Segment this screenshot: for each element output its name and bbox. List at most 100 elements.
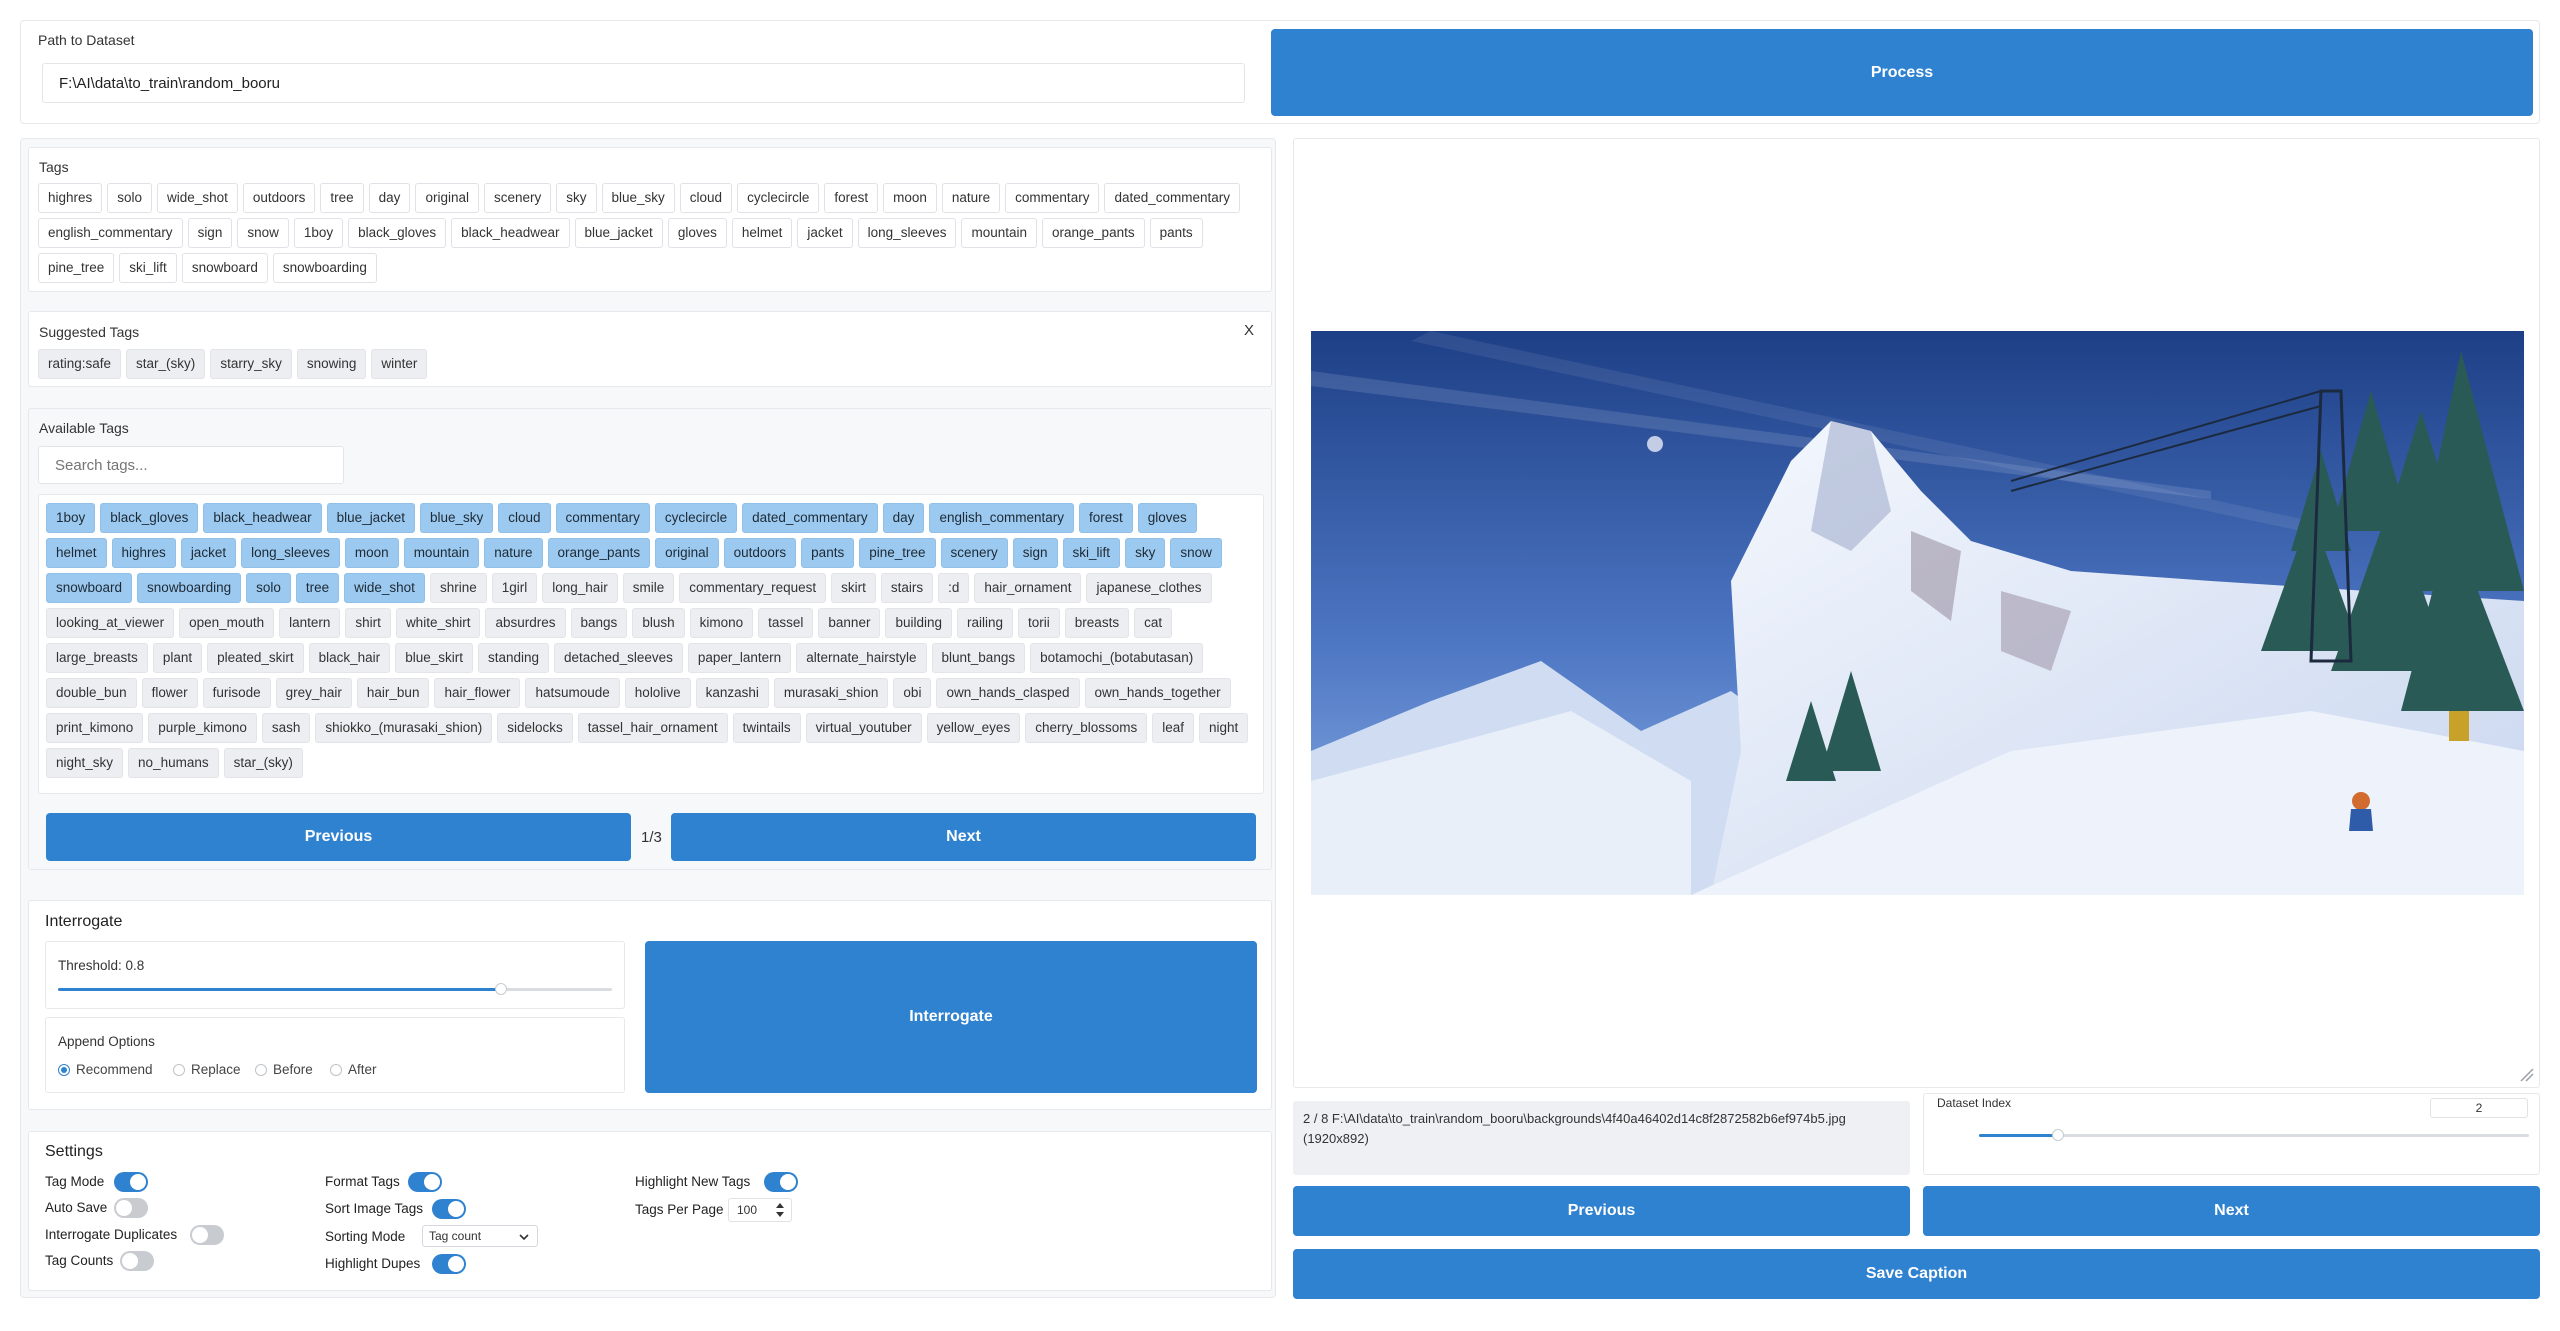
available-tag[interactable]: double_bun bbox=[46, 678, 137, 708]
image-tag[interactable]: dated_commentary bbox=[1104, 183, 1241, 213]
available-tag[interactable]: hair_flower bbox=[434, 678, 521, 708]
save-caption-button[interactable]: Save Caption bbox=[1293, 1249, 2540, 1299]
available-tag-selected[interactable]: moon bbox=[344, 538, 399, 568]
image-tag[interactable]: sign bbox=[187, 218, 233, 248]
image-tag[interactable]: pants bbox=[1149, 218, 1203, 248]
image-tag[interactable]: original bbox=[415, 183, 479, 213]
available-tag[interactable]: own_hands_clasped bbox=[936, 678, 1080, 708]
search-tags-input[interactable] bbox=[38, 446, 344, 484]
available-tag[interactable]: pleated_skirt bbox=[207, 643, 304, 673]
append-option-radio[interactable] bbox=[330, 1064, 342, 1076]
image-tag[interactable]: day bbox=[368, 183, 411, 213]
stepper-arrows-icon[interactable] bbox=[775, 1199, 785, 1221]
available-tag[interactable]: railing bbox=[957, 608, 1014, 638]
available-tag[interactable]: commentary_request bbox=[679, 573, 827, 603]
available-tag-selected[interactable]: commentary bbox=[555, 503, 650, 533]
available-tag[interactable]: obi bbox=[893, 678, 932, 708]
available-tag[interactable]: blush bbox=[632, 608, 685, 638]
available-tag[interactable]: plant bbox=[152, 643, 203, 673]
available-tag[interactable]: absurdres bbox=[485, 608, 566, 638]
available-tag[interactable]: black_hair bbox=[308, 643, 391, 673]
available-tag[interactable]: shrine bbox=[429, 573, 487, 603]
available-tag-selected[interactable]: helmet bbox=[46, 538, 107, 568]
image-tag[interactable]: helmet bbox=[731, 218, 793, 248]
available-tag[interactable]: night_sky bbox=[46, 748, 124, 778]
available-tag[interactable]: open_mouth bbox=[179, 608, 275, 638]
available-tag[interactable]: hair_bun bbox=[356, 678, 430, 708]
available-tag[interactable]: stairs bbox=[880, 573, 934, 603]
image-tag[interactable]: nature bbox=[941, 183, 1001, 213]
available-tag[interactable]: bangs bbox=[570, 608, 628, 638]
available-tag[interactable]: shiokko_(murasaki_shion) bbox=[315, 713, 493, 743]
image-next-button[interactable]: Next bbox=[1923, 1186, 2540, 1236]
interrogate-duplicates-toggle[interactable] bbox=[190, 1225, 224, 1245]
close-suggested-button[interactable]: X bbox=[1244, 322, 1254, 339]
highlight-dupes-toggle[interactable] bbox=[432, 1254, 466, 1274]
available-tag[interactable]: torii bbox=[1018, 608, 1060, 638]
available-tag[interactable]: leaf bbox=[1152, 713, 1195, 743]
image-tag[interactable]: english_commentary bbox=[38, 218, 183, 248]
available-tag[interactable]: own_hands_together bbox=[1084, 678, 1231, 708]
available-tag-selected[interactable]: blue_jacket bbox=[326, 503, 415, 533]
available-tag-selected[interactable]: day bbox=[882, 503, 925, 533]
available-tag-selected[interactable]: jacket bbox=[180, 538, 237, 568]
available-tag[interactable]: white_shirt bbox=[395, 608, 481, 638]
tag-mode-toggle[interactable] bbox=[114, 1172, 148, 1192]
available-tag-selected[interactable]: dated_commentary bbox=[742, 503, 878, 533]
append-option-radio[interactable] bbox=[58, 1064, 70, 1076]
highlight-new-tags-toggle[interactable] bbox=[764, 1172, 798, 1192]
suggested-tag[interactable]: starry_sky bbox=[210, 349, 292, 379]
image-tag[interactable]: sky bbox=[556, 183, 597, 213]
available-tag[interactable]: lantern bbox=[279, 608, 341, 638]
available-tag[interactable]: grey_hair bbox=[275, 678, 352, 708]
available-tag-selected[interactable]: original bbox=[655, 538, 719, 568]
available-tag[interactable]: shirt bbox=[345, 608, 391, 638]
interrogate-button[interactable]: Interrogate bbox=[645, 941, 1257, 1093]
available-tag[interactable]: hololive bbox=[624, 678, 691, 708]
available-tag[interactable]: japanese_clothes bbox=[1086, 573, 1212, 603]
available-tag[interactable]: long_hair bbox=[542, 573, 618, 603]
available-tag[interactable]: cat bbox=[1134, 608, 1173, 638]
available-tag[interactable]: twintails bbox=[732, 713, 801, 743]
image-tag[interactable]: snow bbox=[237, 218, 289, 248]
available-tag-selected[interactable]: snowboard bbox=[46, 573, 133, 603]
available-tag[interactable]: looking_at_viewer bbox=[46, 608, 175, 638]
image-tag[interactable]: blue_jacket bbox=[574, 218, 663, 248]
image-prev-button[interactable]: Previous bbox=[1293, 1186, 1910, 1236]
process-button[interactable]: Process bbox=[1271, 29, 2533, 116]
image-tag[interactable]: wide_shot bbox=[157, 183, 238, 213]
image-tag[interactable]: highres bbox=[38, 183, 103, 213]
available-tag[interactable]: standing bbox=[477, 643, 550, 673]
available-tag[interactable]: cherry_blossoms bbox=[1025, 713, 1148, 743]
available-tag[interactable]: hair_ornament bbox=[974, 573, 1082, 603]
dataset-path-input[interactable]: F:\AI\data\to_train\random_booru bbox=[42, 63, 1245, 103]
available-tag[interactable]: skirt bbox=[831, 573, 876, 603]
available-tag[interactable]: tassel bbox=[758, 608, 814, 638]
image-tag[interactable]: 1boy bbox=[293, 218, 344, 248]
image-tag[interactable]: snowboarding bbox=[272, 253, 377, 283]
available-tag[interactable]: night bbox=[1199, 713, 1249, 743]
available-tag-selected[interactable]: pants bbox=[801, 538, 855, 568]
available-tag[interactable]: blunt_bangs bbox=[931, 643, 1026, 673]
dataset-index-input[interactable]: 2 bbox=[2430, 1098, 2528, 1118]
append-option-radio[interactable] bbox=[173, 1064, 185, 1076]
tag-counts-toggle[interactable] bbox=[120, 1251, 154, 1271]
image-tag[interactable]: solo bbox=[107, 183, 153, 213]
image-tag[interactable]: orange_pants bbox=[1042, 218, 1145, 248]
image-tag[interactable]: jacket bbox=[797, 218, 853, 248]
available-tag[interactable]: sash bbox=[261, 713, 311, 743]
image-tag[interactable]: black_headwear bbox=[451, 218, 570, 248]
available-tag[interactable]: :d bbox=[938, 573, 970, 603]
available-tag[interactable]: building bbox=[885, 608, 952, 638]
available-tag[interactable]: tassel_hair_ornament bbox=[577, 713, 728, 743]
available-tag-selected[interactable]: black_headwear bbox=[203, 503, 322, 533]
available-tag-selected[interactable]: tree bbox=[295, 573, 340, 603]
available-tag-selected[interactable]: cyclecircle bbox=[654, 503, 738, 533]
available-tag-selected[interactable]: snowboarding bbox=[137, 573, 242, 603]
available-tag[interactable]: detached_sleeves bbox=[554, 643, 683, 673]
suggested-tag[interactable]: rating:safe bbox=[38, 349, 122, 379]
available-tag-selected[interactable]: snow bbox=[1170, 538, 1222, 568]
append-option-radio[interactable] bbox=[255, 1064, 267, 1076]
available-tag[interactable]: print_kimono bbox=[46, 713, 144, 743]
sorting-mode-select[interactable]: Tag count bbox=[422, 1225, 538, 1247]
